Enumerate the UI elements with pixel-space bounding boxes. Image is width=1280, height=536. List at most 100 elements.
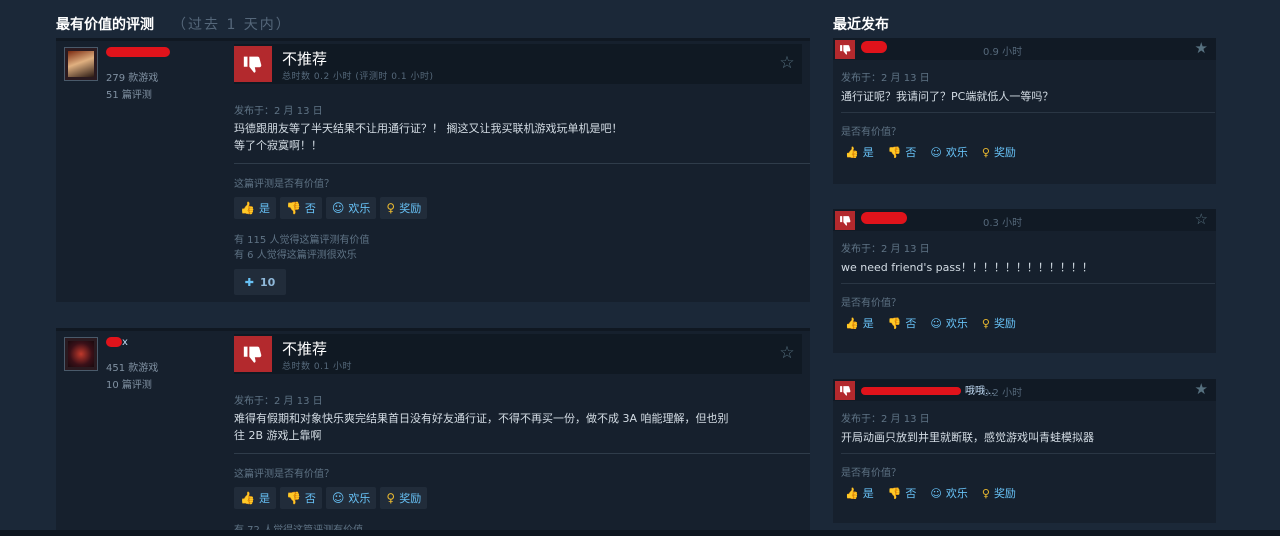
verdict-text: 不推荐 [282,340,328,358]
thumbs-down-icon [835,40,855,59]
avatar[interactable] [64,337,98,371]
vote-buttons: 👍 是 👎 否 ☺ 欢乐 ♀ 奖励 [234,197,428,219]
redacted-name [106,337,122,347]
smiley-icon: ☺ [930,486,942,500]
review-line: 难得有假期和对象快乐爽完结果首日没有好友通行证，不得不再买一份，做不成 3A 咱… [234,412,729,425]
yes-label: 是 [258,492,270,505]
thumbs-down-icon [835,381,855,400]
no-label: 否 [304,202,316,215]
bottom-edge [0,530,1280,536]
review-line: 往 2B 游戏上靠啊 [234,429,322,442]
helpful-count: 有 115 人觉得这篇评测有价值 [234,235,370,246]
posted-date: 发布于：2 月 13 日 [234,396,323,407]
funny-label: 欢乐 [945,146,968,159]
no-label: 否 [905,317,917,330]
vote-header[interactable]: 不推荐 总时数 0.2 小时 (评测时 0.1 小时) ☆ [234,44,802,84]
thumbs-up-icon: 👍 [240,491,255,505]
vote-funny-button[interactable]: ☺ 欢乐 [325,487,377,509]
author-review-count[interactable]: 51 篇评测 [106,86,152,101]
vote-no-button[interactable]: 👎 否 [888,144,917,160]
vote-funny-button[interactable]: ☺ 欢乐 [930,144,967,160]
verdict-text: 不推荐 [282,50,328,68]
vote-header[interactable]: 不推荐 总时数 0.1 小时 ☆ [234,334,802,374]
helpful-question: 这篇评测是否有价值？ [234,179,334,190]
vote-funny-button[interactable]: ☺ 欢乐 [325,197,377,219]
award-count: 10 [259,275,276,289]
period-label: （过去 1 天内） [172,17,292,33]
vote-buttons: 👍 是 👎 否 ☺ 欢乐 ♀ 奖励 [845,485,1016,501]
award-icon: ♀ [981,316,990,330]
award-label: 奖励 [399,202,422,215]
award-button[interactable]: ♀ 奖励 [380,197,428,219]
recent-header[interactable]: 0.3 小时 ☆ [833,209,1216,231]
author-name[interactable]: 哦哦... [861,382,995,397]
posted-date: 发布于：2 月 13 日 [841,244,930,255]
vote-funny-button[interactable]: ☺ 欢乐 [930,315,967,331]
award-icon: ♀ [981,486,990,500]
star-icon[interactable]: ★ [1195,380,1208,398]
award-label: 奖励 [993,317,1016,330]
author-games[interactable]: 451 款游戏 [106,359,158,374]
recent-header[interactable]: 哦哦... 0.2 小时 ★ [833,379,1216,401]
vote-yes-button[interactable]: 👍 是 [845,315,874,331]
review-line: 玛德跟朋友等了半天结果不让用通行证？！ 搁这又让我买联机游戏玩单机是吧！ [234,122,623,135]
yes-label: 是 [862,487,874,500]
divider [234,163,810,164]
vote-yes-button[interactable]: 👍 是 [845,485,874,501]
recent-review-card: 哦哦... 0.2 小时 ★ 发布于：2 月 13 日 开局动画只放到井里就断联… [833,379,1216,523]
award-button[interactable]: ♀ 奖励 [380,487,428,509]
thumbs-down-icon: 👎 [887,145,902,159]
thumbs-up-icon: 👍 [240,201,255,215]
vote-buttons: 👍 是 👎 否 ☺ 欢乐 ♀ 奖励 [845,144,1016,160]
most-helpful-title: 最有价值的评测 （过去 1 天内） [56,14,292,34]
thumbs-down-icon [835,211,855,230]
author-name[interactable] [861,212,907,224]
recent-header[interactable]: 0.9 小时 ★ [833,38,1216,60]
author-name[interactable] [106,47,236,63]
award-button[interactable]: ♀ 奖励 [982,485,1016,501]
posted-date: 发布于：2 月 13 日 [841,414,930,425]
funny-label: 欢乐 [945,487,968,500]
no-label: 否 [905,487,917,500]
smiley-icon: ☺ [331,201,345,215]
review-content: 开局动画只放到井里就断联，感觉游戏叫青蛙模拟器 [841,431,1094,444]
vote-no-button[interactable]: 👎 否 [888,485,917,501]
vote-funny-button[interactable]: ☺ 欢乐 [930,485,967,501]
vote-yes-button[interactable]: 👍 是 [234,487,276,509]
smiley-icon: ☺ [930,316,942,330]
author-name[interactable]: x [106,337,236,353]
vote-yes-button[interactable]: 👍 是 [234,197,276,219]
star-icon[interactable]: ☆ [1195,210,1208,228]
divider [234,453,810,454]
section-title-text: 最有价值的评测 [56,17,154,33]
award-icon: ♀ [981,145,990,159]
hours-played: 0.9 小时 [983,47,1023,58]
author-review-count[interactable]: 10 篇评测 [106,376,152,391]
vote-no-button[interactable]: 👎 否 [279,487,322,509]
star-icon[interactable]: ☆ [778,344,796,362]
recent-title: 最近发布 [833,17,889,33]
vote-yes-button[interactable]: 👍 是 [845,144,874,160]
hours-played: 0.2 小时 [983,388,1023,399]
thumbs-down-icon: 👎 [887,486,902,500]
award-button[interactable]: ♀ 奖励 [982,315,1016,331]
author-name[interactable] [861,41,887,53]
award-label: 奖励 [399,492,422,505]
review-card: 279 款游戏 51 篇评测 不推荐 总时数 0.2 小时 (评测时 0.1 小… [56,38,810,302]
award-icon: ♀ [386,491,396,505]
star-icon[interactable]: ★ [1195,39,1208,57]
vote-no-button[interactable]: 👎 否 [888,315,917,331]
award-button[interactable]: ♀ 奖励 [982,144,1016,160]
yes-label: 是 [862,317,874,330]
funny-label: 欢乐 [348,492,371,505]
vote-no-button[interactable]: 👎 否 [279,197,322,219]
star-icon[interactable]: ☆ [778,54,796,72]
no-label: 否 [304,492,316,505]
vote-counts: 有 115 人觉得这篇评测有价值 有 6 人觉得这篇评测很欢乐 [234,233,369,263]
avatar[interactable] [64,47,98,81]
award-badge[interactable]: ✚ 10 [234,269,286,295]
author-games[interactable]: 279 款游戏 [106,69,158,84]
award-icon: ♀ [386,201,396,215]
divider [841,453,1215,454]
helpful-question: 是否有价值？ [841,298,901,309]
